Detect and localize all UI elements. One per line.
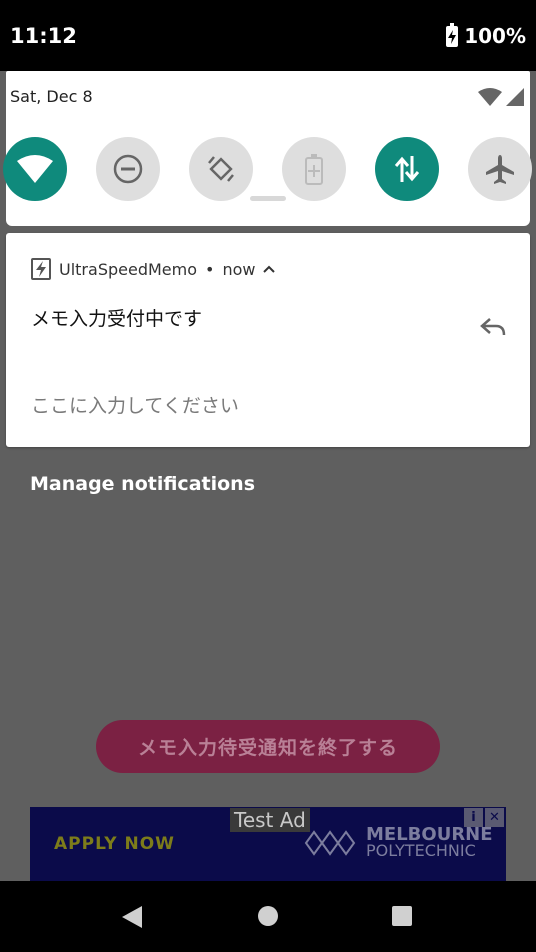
status-right: 100% (446, 22, 526, 48)
ad-close-icon[interactable]: ✕ (485, 808, 504, 827)
wifi-icon (17, 155, 53, 183)
manage-notifications-link[interactable]: Manage notifications (30, 473, 255, 495)
ad-test-label: Test Ad (230, 808, 310, 832)
battery-charging-icon (446, 22, 459, 47)
reply-icon[interactable] (480, 317, 506, 337)
home-icon[interactable] (257, 905, 279, 927)
qs-signal-indicators (478, 88, 524, 106)
wifi-signal-icon (478, 88, 502, 106)
auto-rotate-tile[interactable] (189, 137, 253, 201)
ad-brand-line2: POLYTECHNIC (366, 841, 476, 860)
qs-tiles (3, 137, 532, 201)
airplane-mode-tile[interactable] (468, 137, 532, 201)
qs-drag-handle[interactable] (250, 196, 286, 201)
qs-date: Sat, Dec 8 (10, 87, 93, 106)
status-time: 11:12 (10, 24, 77, 48)
battery-saver-icon (305, 154, 323, 185)
app-icon (31, 258, 51, 280)
app-name: UltraSpeedMemo (59, 259, 197, 279)
mobile-data-tile[interactable] (375, 137, 439, 201)
do-not-disturb-icon (113, 154, 143, 184)
ad-info-controls: i ✕ (464, 808, 504, 827)
notification-header[interactable]: UltraSpeedMemo • now (31, 258, 276, 280)
notification-title: メモ入力受付中です (31, 308, 203, 330)
ad-apply-text: APPLY NOW (54, 834, 175, 854)
status-bar: 11:12 100% (0, 0, 536, 71)
wifi-tile[interactable] (3, 137, 67, 201)
ad-info-icon[interactable]: i (464, 808, 483, 827)
end-notification-button[interactable]: メモ入力待受通知を終了する (96, 720, 440, 773)
auto-rotate-icon (208, 156, 234, 182)
notification-card[interactable]: UltraSpeedMemo • now メモ入力受付中です (6, 233, 530, 447)
back-icon[interactable] (121, 905, 143, 929)
mobile-data-icon (394, 156, 420, 182)
notification-reply-input[interactable] (31, 391, 451, 421)
battery-saver-tile[interactable] (282, 137, 346, 201)
notification-time: now (222, 259, 256, 279)
airplane-mode-icon (486, 155, 514, 184)
ad-logo: MELBOURNE POLYTECHNIC (304, 826, 493, 860)
do-not-disturb-tile[interactable] (96, 137, 160, 201)
ad-banner[interactable]: APPLY NOW Test Ad MELBOURNE POLYTECHNIC … (30, 807, 506, 881)
ad-brand: MELBOURNE POLYTECHNIC (366, 826, 493, 860)
quick-settings-panel: Sat, Dec 8 (3, 71, 532, 226)
navigation-bar (0, 881, 536, 952)
cell-signal-icon (506, 88, 524, 106)
polytechnic-logo-icon (304, 830, 356, 856)
recents-icon[interactable] (391, 905, 413, 927)
header-separator: • (205, 259, 215, 279)
battery-percent: 100% (464, 24, 526, 48)
chevron-up-icon[interactable] (263, 265, 276, 273)
